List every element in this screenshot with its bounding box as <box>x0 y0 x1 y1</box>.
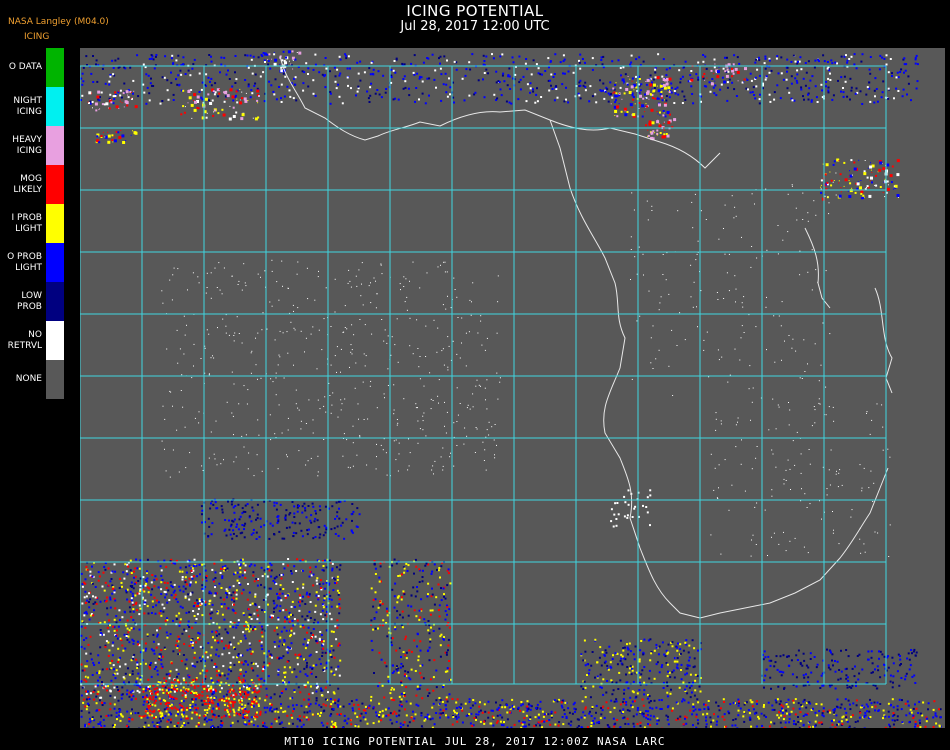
legend-swatch <box>46 282 64 321</box>
legend-swatch <box>46 165 64 204</box>
legend-label-line: LIGHT <box>15 223 42 234</box>
legend-item: O DATA <box>0 48 66 87</box>
legend-label-line: NONE <box>15 374 42 384</box>
legend-label-line: LOW <box>21 290 42 301</box>
legend-label-line: NIGHT <box>13 95 42 106</box>
legend-label: NO RETRVL <box>8 321 42 360</box>
coastline-east-lake <box>804 227 831 309</box>
coastline <box>279 55 893 619</box>
footer-caption: MT10 ICING POTENTIAL JUL 28, 2017 12:00Z… <box>284 735 666 748</box>
legend-item: MOG LIKELY <box>0 165 66 204</box>
legend-label-line: NO <box>28 329 42 340</box>
legend-item: HEAVY ICING <box>0 126 66 165</box>
legend-label-line: LIKELY <box>13 184 42 195</box>
icing-map <box>80 48 945 728</box>
legend-item: I PROB LIGHT <box>0 204 66 243</box>
legend: O DATA NIGHT ICING HEAVY ICING MOG LIKELY I PRO… <box>0 48 66 399</box>
map-canvas <box>80 50 942 728</box>
legend-swatch <box>46 126 64 165</box>
legend-label-line: RETRVL <box>7 340 42 351</box>
legend-label: I PROB LIGHT <box>12 204 42 243</box>
legend-swatch <box>46 321 64 360</box>
legend-label-line: PROB <box>17 301 42 312</box>
legend-label-line: O DATA <box>8 62 42 72</box>
legend-label-line: O PROB <box>7 251 42 262</box>
legend-label: NONE <box>16 360 42 399</box>
legend-item: O PROB LIGHT <box>0 243 66 282</box>
icing-cells <box>80 50 942 728</box>
legend-item: NO RETRVL <box>0 321 66 360</box>
legend-label-line: MOG <box>20 173 42 184</box>
legend-swatch <box>46 87 64 126</box>
header: ICING POTENTIAL Jul 28, 2017 12:00 UTC N… <box>0 0 950 48</box>
legend-swatch <box>46 243 64 282</box>
coastline-north <box>279 55 721 169</box>
legend-swatch <box>46 48 64 87</box>
legend-label: LOW PROB <box>17 282 42 321</box>
legend-label: MOG LIKELY <box>13 165 42 204</box>
credit-label: NASA Langley (M04.0) <box>8 17 109 27</box>
legend-label: O PROB LIGHT <box>7 243 42 282</box>
legend-item: NIGHT ICING <box>0 87 66 126</box>
legend-label: NIGHT ICING <box>13 87 42 126</box>
page-subtitle: Jul 28, 2017 12:00 UTC <box>400 19 550 34</box>
legend-label-line: I PROB <box>11 212 42 223</box>
legend-item: LOW PROB <box>0 282 66 321</box>
legend-title: ICING <box>24 32 50 42</box>
legend-label-line: ICING <box>16 106 42 117</box>
legend-label-line: LIGHT <box>15 262 42 273</box>
legend-label-line: HEAVY <box>12 134 42 145</box>
lat-lon-grid <box>80 65 887 685</box>
legend-swatch <box>46 204 64 243</box>
page-title: ICING POTENTIAL <box>406 2 544 20</box>
legend-swatch <box>46 360 64 399</box>
coastline-west-africa <box>549 119 889 619</box>
legend-label-line: ICING <box>16 145 42 156</box>
legend-item: NONE <box>0 360 66 399</box>
legend-label: O DATA <box>9 48 42 87</box>
legend-label: HEAVY ICING <box>12 126 42 165</box>
coastline-east-island <box>874 287 893 394</box>
